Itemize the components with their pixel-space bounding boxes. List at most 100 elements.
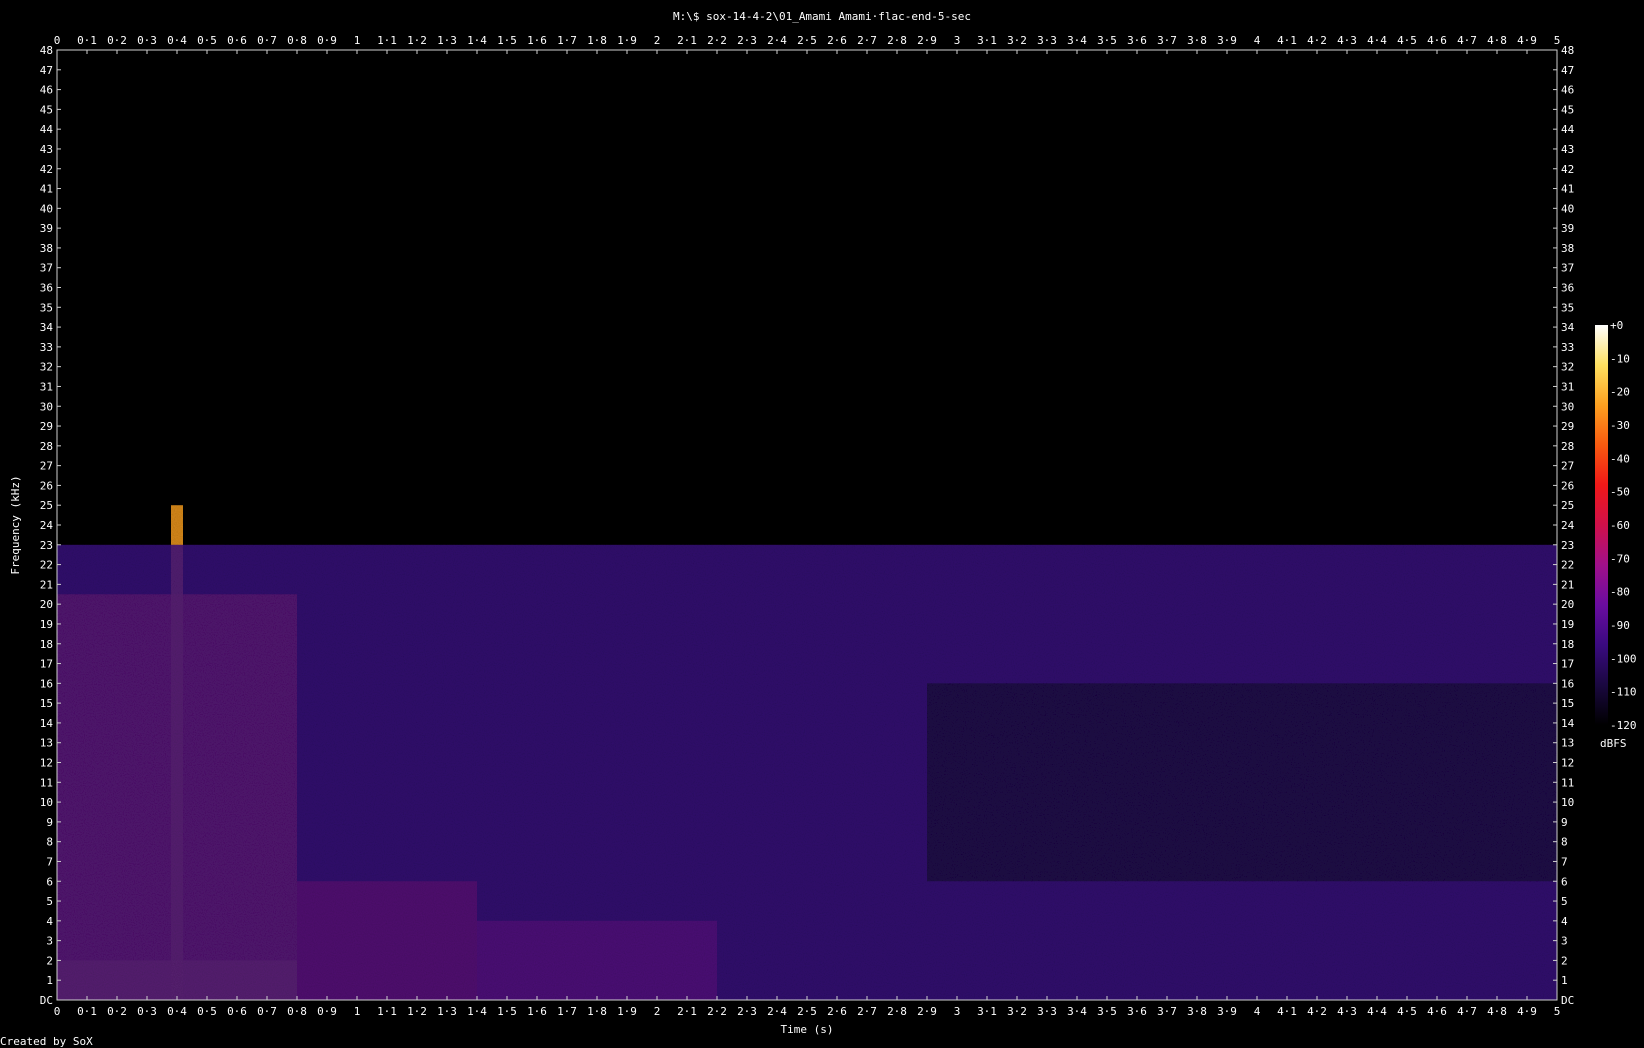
- x-tick-label: 0·2: [107, 34, 127, 47]
- x-tick-label: 3·2: [1007, 34, 1027, 47]
- colorbar-ticks: +0 -10 -20 -30 -40 -50 -60 -70 -80 -90 -100 -110 -12…: [1610, 319, 1637, 732]
- y-tick-label: DC: [1561, 994, 1574, 1007]
- x-tick-label: 0·9: [317, 1005, 337, 1018]
- y-tick-label: 7: [46, 855, 53, 868]
- y-tick-label: 48: [40, 44, 53, 57]
- y-tick-label: 36: [40, 282, 53, 295]
- x-tick-label: 1·5: [497, 34, 517, 47]
- x-tick-label: 0·8: [287, 1005, 307, 1018]
- x-tick-label: 1: [354, 1005, 361, 1018]
- y-tick-label: 28: [1561, 440, 1574, 453]
- y-tick-label: 43: [1561, 143, 1574, 156]
- x-tick-label: 1·6: [527, 1005, 547, 1018]
- colorbar-tick-label: -70: [1610, 552, 1630, 565]
- y-tick-label: 37: [1561, 262, 1574, 275]
- x-tick-label: 1: [354, 34, 361, 47]
- y-tick-label: 39: [1561, 222, 1574, 235]
- x-tick-label: 3·3: [1037, 1005, 1057, 1018]
- y-tick-label: 2: [46, 954, 53, 967]
- x-tick-label: 3: [954, 1005, 961, 1018]
- spectrogram-chart: M:\$ sox-14-4-2\01_Amami Amami·flac-end-…: [0, 10, 1637, 1048]
- y-tick-label: 6: [1561, 875, 1568, 888]
- x-tick-label: 0·2: [107, 1005, 127, 1018]
- x-tick-label: 3: [954, 34, 961, 47]
- y-tick-label: 28: [40, 440, 53, 453]
- y-tick-label: 42: [1561, 163, 1574, 176]
- y-tick-label: 6: [46, 875, 53, 888]
- x-tick-label: 2·8: [887, 34, 907, 47]
- x-tick-label: 0·1: [77, 1005, 97, 1018]
- x-tick-label: 0·8: [287, 34, 307, 47]
- x-tick-label: 2·3: [737, 1005, 757, 1018]
- y-tick-label: 29: [1561, 420, 1574, 433]
- x-tick-label: 3·6: [1127, 34, 1147, 47]
- x-tick-label: 4·9: [1517, 34, 1537, 47]
- y-tick-label: 25: [1561, 499, 1574, 512]
- y-tick-label: 33: [1561, 341, 1574, 354]
- x-tick-label: 4·7: [1457, 34, 1477, 47]
- y-tick-label: 27: [40, 460, 53, 473]
- y-tick-label: 15: [1561, 697, 1574, 710]
- y-tick-label: 18: [1561, 638, 1574, 651]
- colorbar-tick-label: -90: [1610, 619, 1630, 632]
- y-tick-label: 37: [40, 262, 53, 275]
- y-tick-label: 3: [46, 935, 53, 948]
- y-tick-label: 29: [40, 420, 53, 433]
- x-tick-label: 4·9: [1517, 1005, 1537, 1018]
- y-tick-label: 26: [1561, 479, 1574, 492]
- y-tick-label: 31: [1561, 380, 1574, 393]
- x-tick-label: 2·9: [917, 34, 937, 47]
- x-tick-label: 4·5: [1397, 34, 1417, 47]
- x-tick-label: 0·1: [77, 34, 97, 47]
- y-tick-label: 9: [1561, 816, 1568, 829]
- y-tick-label: 45: [1561, 103, 1574, 116]
- x-tick-label: 3·4: [1067, 34, 1087, 47]
- x-tick-label: 4·3: [1337, 34, 1357, 47]
- x-tick-label: 2·8: [887, 1005, 907, 1018]
- y-tick-label: 7: [1561, 855, 1568, 868]
- x-tick-label: 1·3: [437, 1005, 457, 1018]
- y-tick-label: 34: [40, 321, 54, 334]
- y-tick-label: 47: [1561, 64, 1574, 77]
- y-tick-label: 16: [40, 677, 53, 690]
- y-axis-label: Frequency (kHz): [9, 475, 22, 574]
- x-tick-label: 0·5: [197, 34, 217, 47]
- x-tick-label: 2·5: [797, 1005, 817, 1018]
- x-tick-label: 2·4: [767, 1005, 787, 1018]
- x-tick-label: 4·6: [1427, 1005, 1447, 1018]
- x-tick-label: 0·7: [257, 34, 277, 47]
- x-tick-label: 3·4: [1067, 1005, 1087, 1018]
- y-tick-label: 46: [40, 84, 53, 97]
- colorbar-tick-label: -100: [1610, 652, 1637, 665]
- chart-title: M:\$ sox-14-4-2\01_Amami Amami·flac-end-…: [673, 10, 971, 23]
- x-tick-label: 1·9: [617, 34, 637, 47]
- y-tick-label: 41: [1561, 183, 1574, 196]
- y-tick-label: 32: [40, 361, 53, 374]
- y-tick-label: 26: [40, 479, 53, 492]
- y-tick-label: 5: [46, 895, 53, 908]
- y-tick-label: 14: [1561, 717, 1575, 730]
- x-tick-label: 2·6: [827, 34, 847, 47]
- y-tick-label: 35: [1561, 301, 1574, 314]
- x-tick-label: 4·4: [1367, 1005, 1387, 1018]
- y-tick-label: 8: [1561, 836, 1568, 849]
- y-tick-label: 40: [1561, 202, 1574, 215]
- y-tick-label: 11: [1561, 776, 1574, 789]
- y-tick-label: 38: [1561, 242, 1574, 255]
- colorbar-tick-label: -50: [1610, 486, 1630, 499]
- spectrogram-plot: [57, 50, 1557, 1000]
- x-tick-label: 4·6: [1427, 34, 1447, 47]
- y-tick-label: 1: [46, 974, 53, 987]
- x-tick-label: 4·4: [1367, 34, 1387, 47]
- x-tick-label: 2·2: [707, 1005, 727, 1018]
- x-tick-label: 2·3: [737, 34, 757, 47]
- x-tick-label: 2·2: [707, 34, 727, 47]
- x-tick-label: 5: [1554, 1005, 1561, 1018]
- y-tick-label: 17: [1561, 658, 1574, 671]
- x-tick-label: 0·7: [257, 1005, 277, 1018]
- y-tick-label: 14: [40, 717, 54, 730]
- y-tick-label: 21: [1561, 578, 1574, 591]
- x-tick-label: 3·1: [977, 1005, 997, 1018]
- y-tick-label: 44: [40, 123, 54, 136]
- y-tick-label: 20: [1561, 598, 1574, 611]
